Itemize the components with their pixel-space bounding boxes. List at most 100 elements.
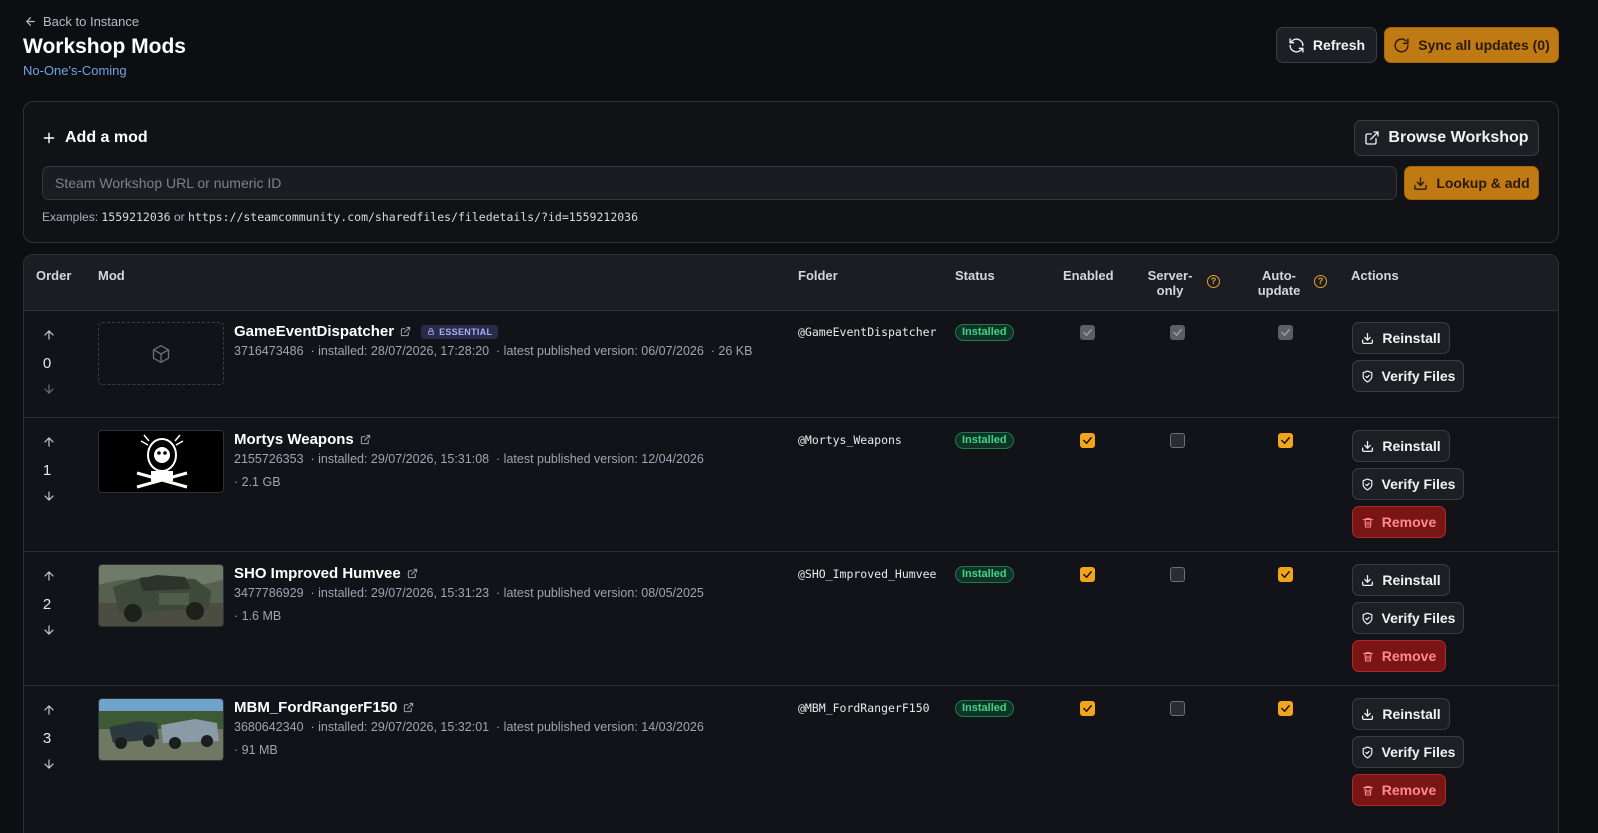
table-header: Order Mod Folder Status Enabled Server- … [24, 255, 1558, 311]
browse-workshop-button[interactable]: Browse Workshop [1354, 120, 1539, 156]
order-number: 3 [42, 730, 52, 747]
enabled-checkbox[interactable] [1080, 433, 1095, 448]
enabled-checkbox[interactable] [1080, 567, 1095, 582]
refresh-label: Refresh [1312, 37, 1366, 53]
server-only-help-icon[interactable]: ? [1207, 275, 1220, 288]
essential-badge: ESSENTIAL [421, 324, 499, 339]
external-link-icon[interactable] [403, 702, 414, 713]
browse-workshop-label: Browse Workshop [1388, 129, 1529, 146]
mod-name-link[interactable]: Mortys Weapons [234, 431, 354, 448]
shield-check-icon [1361, 745, 1374, 759]
enabled-checkbox[interactable] [1080, 701, 1095, 716]
verify-files-button[interactable]: Verify Files [1352, 468, 1464, 500]
status-badge: Installed [955, 566, 1014, 583]
example-id: 1559212036 [101, 210, 171, 224]
column-mod: Mod [98, 268, 125, 283]
table-row: 3 MBM_FordRangerF150 3680642340 · instal… [24, 686, 1558, 833]
mod-folder: @MBM_FordRangerF150 [798, 701, 930, 715]
reinstall-button[interactable]: Reinstall [1352, 322, 1450, 354]
reinstall-button[interactable]: Reinstall [1352, 564, 1450, 596]
mod-thumbnail-placeholder [98, 322, 224, 385]
mod-meta: 3477786929 · installed: 29/07/2026, 15:3… [234, 586, 704, 600]
workshop-id: 2155726353 [234, 452, 304, 466]
verify-files-button[interactable]: Verify Files [1352, 360, 1464, 392]
reinstall-label: Reinstall [1382, 330, 1441, 346]
mod-name-link[interactable]: MBM_FordRangerF150 [234, 699, 397, 716]
download-icon [1413, 176, 1428, 191]
server-only-checkbox[interactable] [1170, 567, 1185, 582]
external-link-icon[interactable] [360, 434, 371, 445]
plus-icon [42, 131, 56, 145]
installed-date: · installed: 28/07/2026, 17:28:20 [310, 344, 490, 358]
column-server-only: Server- only [1146, 268, 1194, 298]
remove-button[interactable]: Remove [1352, 506, 1446, 538]
column-enabled: Enabled [1063, 268, 1114, 283]
mod-meta: 3680642340 · installed: 29/07/2026, 15:3… [234, 720, 704, 734]
remove-button[interactable]: Remove [1352, 640, 1446, 672]
download-icon [1361, 708, 1374, 721]
remove-button[interactable]: Remove [1352, 774, 1446, 806]
table-row: 2 SHO Improved Humvee 3477786929 · insta… [24, 552, 1558, 686]
latest-version: · latest published version: 12/04/2026 [496, 452, 704, 466]
external-link-icon[interactable] [400, 326, 411, 337]
workshop-id: 3477786929 [234, 586, 304, 600]
mod-meta: 2155726353 · installed: 29/07/2026, 15:3… [234, 452, 704, 466]
sync-all-updates-button[interactable]: Sync all updates (0) [1384, 27, 1559, 63]
auto-update-checkbox[interactable] [1278, 567, 1293, 582]
auto-update-help-icon[interactable]: ? [1314, 275, 1327, 288]
reinstall-button[interactable]: Reinstall [1352, 698, 1450, 730]
column-folder: Folder [798, 268, 838, 283]
lookup-and-add-button[interactable]: Lookup & add [1404, 166, 1539, 200]
mod-name-link[interactable]: GameEventDispatcher [234, 323, 394, 340]
auto-update-checkbox[interactable] [1278, 701, 1293, 716]
move-up-arrow-icon[interactable] [42, 435, 56, 449]
move-down-arrow-icon[interactable] [42, 382, 56, 396]
essential-label: ESSENTIAL [439, 326, 493, 337]
workshop-id: 3716473486 [234, 344, 304, 358]
shield-check-icon [1361, 611, 1374, 625]
refresh-button[interactable]: Refresh [1276, 27, 1377, 63]
server-only-line2: only [1156, 283, 1184, 298]
auto-update-checkbox[interactable] [1278, 433, 1293, 448]
move-down-arrow-icon[interactable] [42, 623, 56, 637]
mod-title-line: Mortys Weapons [234, 431, 371, 448]
server-only-checkbox[interactable] [1170, 433, 1185, 448]
workshop-id: 3680642340 [234, 720, 304, 734]
arrow-left-icon [24, 15, 37, 28]
status-badge: Installed [955, 324, 1014, 341]
server-only-checkbox [1170, 325, 1185, 340]
move-up-arrow-icon[interactable] [42, 328, 56, 342]
external-link-icon [1364, 130, 1380, 146]
order-number: 2 [42, 596, 52, 613]
remove-label: Remove [1381, 648, 1437, 664]
shield-check-icon [1361, 477, 1374, 491]
examples-hint: Examples: 1559212036 or https://steamcom… [42, 210, 638, 224]
column-status: Status [955, 268, 995, 283]
verify-files-button[interactable]: Verify Files [1352, 736, 1464, 768]
mod-name-link[interactable]: SHO Improved Humvee [234, 565, 401, 582]
move-up-arrow-icon[interactable] [42, 569, 56, 583]
trash-icon [1362, 784, 1374, 797]
verify-label: Verify Files [1381, 744, 1456, 760]
page-title: Workshop Mods [23, 35, 186, 58]
auto-update-checkbox [1278, 325, 1293, 340]
workshop-url-input[interactable] [42, 166, 1397, 200]
examples-or: or [173, 210, 185, 224]
verify-files-button[interactable]: Verify Files [1352, 602, 1464, 634]
move-down-arrow-icon[interactable] [42, 489, 56, 503]
enabled-checkbox [1080, 325, 1095, 340]
server-only-checkbox[interactable] [1170, 701, 1185, 716]
external-link-icon[interactable] [407, 568, 418, 579]
mod-title-line: GameEventDispatcher ESSENTIAL [234, 323, 499, 340]
column-order: Order [36, 268, 72, 283]
status-badge: Installed [955, 700, 1014, 717]
back-to-instance-link[interactable]: Back to Instance [24, 14, 139, 29]
reinstall-button[interactable]: Reinstall [1352, 430, 1450, 462]
reinstall-label: Reinstall [1382, 706, 1441, 722]
column-actions: Actions [1351, 268, 1399, 283]
move-down-arrow-icon[interactable] [42, 757, 56, 771]
verify-label: Verify Files [1381, 368, 1456, 384]
move-up-arrow-icon[interactable] [42, 703, 56, 717]
mod-thumbnail [98, 698, 224, 761]
latest-version: · latest published version: 08/05/2025 [496, 586, 704, 600]
